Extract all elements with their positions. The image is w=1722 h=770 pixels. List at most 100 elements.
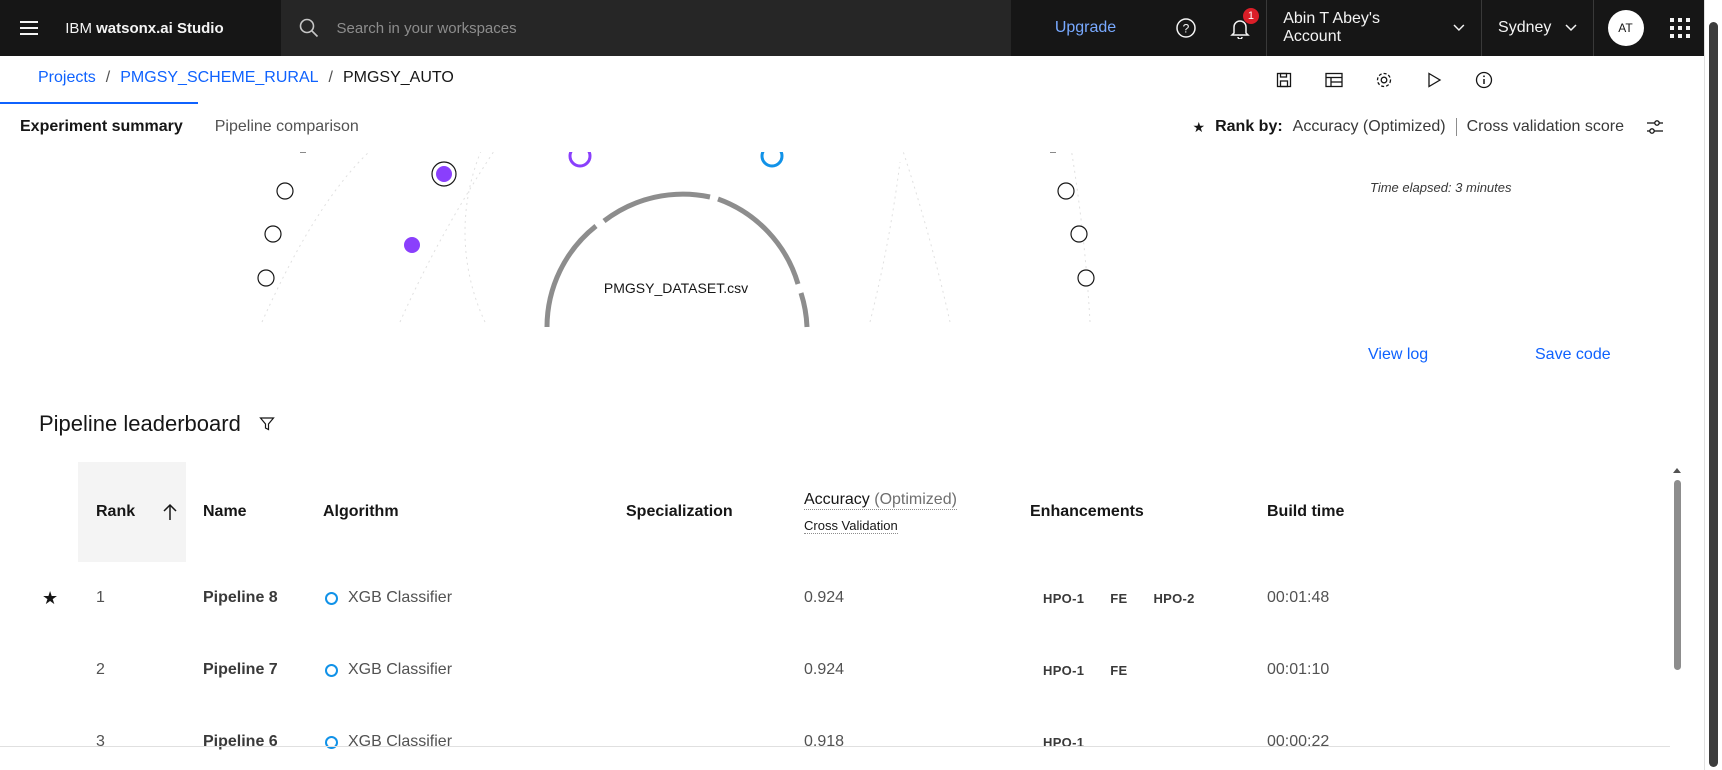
column-header-accuracy[interactable]: Accuracy (Optimized) Cross Validation [804, 462, 957, 562]
scroll-up-icon[interactable] [1672, 466, 1682, 474]
top-header: IBM watsonx.ai Studio Upgrade ? 1 Abin T… [0, 0, 1704, 56]
help-icon: ? [1176, 18, 1196, 38]
accuracy-cell: 0.918 [804, 733, 845, 750]
dataset-arc-segment[interactable] [602, 191, 711, 223]
column-header-enhancements[interactable]: Enhancements [1030, 462, 1144, 562]
column-header-rank[interactable]: Rank [78, 462, 186, 562]
experiment-tabs: Experiment summary Pipeline comparison [20, 118, 359, 136]
pipeline-node[interactable] [257, 269, 275, 287]
menu-button[interactable] [0, 0, 57, 56]
column-header-algorithm[interactable]: Algorithm [323, 462, 399, 562]
table-icon [1325, 72, 1343, 88]
accuracy-cell: 0.924 [804, 589, 845, 606]
account-switcher[interactable]: Abin T Abey's Account [1266, 0, 1481, 56]
play-icon [1428, 72, 1442, 88]
pipeline-node-fill [436, 166, 452, 182]
chevron-down-icon [1565, 24, 1577, 32]
region-label: Sydney [1498, 19, 1552, 36]
leaderboard-scrollbar[interactable] [1672, 466, 1682, 676]
filter-icon[interactable] [259, 416, 275, 432]
column-header-name[interactable]: Name [203, 462, 247, 562]
leaderboard-heading: Pipeline leaderboard [39, 411, 241, 436]
rank-by-control[interactable]: ★ Rank by: Accuracy (Optimized) Cross va… [1193, 118, 1664, 136]
view-log-link[interactable]: View log [1368, 346, 1428, 364]
help-button[interactable]: ? [1160, 0, 1213, 56]
user-menu[interactable]: AT [1593, 0, 1656, 56]
pipeline-node[interactable] [760, 152, 784, 168]
settings-button[interactable] [1370, 66, 1398, 94]
divider [1455, 118, 1457, 136]
gear-icon [1376, 72, 1392, 88]
brand-prefix: IBM [65, 19, 92, 37]
pipeline-node[interactable] [276, 182, 294, 200]
hamburger-icon [19, 21, 38, 35]
tab-experiment-summary[interactable]: Experiment summary [20, 118, 183, 136]
build-time-cell: 00:01:10 [1267, 661, 1330, 678]
enhancement-tag: HPO-2 [1153, 590, 1195, 606]
rank-cell: 2 [96, 661, 105, 678]
app-switcher-button[interactable] [1657, 0, 1704, 56]
dataset-label: PMGSY_DATASET.csv [604, 280, 748, 296]
leaderboard-scroll-thumb[interactable] [1674, 480, 1681, 670]
pipeline-node[interactable] [568, 152, 592, 168]
table-header: Rank Name Algorithm Specialization Accur… [30, 462, 1670, 562]
enhancement-tag: HPO-1 [1043, 590, 1085, 606]
pipeline-node[interactable] [264, 225, 282, 243]
arrow-up-icon [163, 503, 177, 520]
dataset-arc-segment[interactable] [717, 196, 801, 285]
product-brand[interactable]: IBM watsonx.ai Studio [57, 0, 280, 56]
table-divider [0, 746, 1670, 747]
enhancements-cell: HPO-1 [1043, 706, 1110, 770]
save-code-link[interactable]: Save code [1535, 346, 1611, 364]
pipeline-name[interactable]: Pipeline 8 [203, 562, 278, 634]
algorithm-cell: XGB Classifier [325, 562, 452, 634]
breadcrumb-project[interactable]: PMGSY_SCHEME_RURAL [120, 69, 318, 87]
upgrade-link[interactable]: Upgrade [1011, 0, 1159, 56]
save-icon [1276, 72, 1292, 88]
rank-cell: 3 [96, 733, 105, 750]
save-button[interactable] [1270, 66, 1298, 94]
dataset-arc-segment[interactable] [544, 224, 598, 328]
table-row[interactable]: 2 Pipeline 7 XGB Classifier 0.924 HPO-1 … [30, 634, 1670, 706]
global-search[interactable] [280, 0, 1012, 56]
breadcrumb-indicator [0, 102, 198, 104]
notifications-button[interactable]: 1 [1213, 0, 1266, 56]
column-header-build-time[interactable]: Build time [1267, 462, 1344, 562]
chevron-down-icon [1453, 24, 1465, 32]
tab-pipeline-comparison[interactable]: Pipeline comparison [215, 118, 359, 136]
table-row[interactable]: 3 Pipeline 6 XGB Classifier 0.918 HPO-1 … [30, 706, 1670, 770]
pipeline-node[interactable] [404, 237, 420, 253]
page-scrollbar[interactable] [1704, 0, 1722, 770]
info-button[interactable] [1470, 66, 1498, 94]
pipeline-node[interactable] [1077, 269, 1095, 287]
accuracy-cell: 0.924 [804, 661, 845, 678]
pipeline-name[interactable]: Pipeline 7 [203, 634, 278, 706]
breadcrumb-projects[interactable]: Projects [38, 69, 96, 87]
breadcrumb: Projects / PMGSY_SCHEME_RURAL / PMGSY_AU… [38, 69, 454, 87]
page-scroll-thumb[interactable] [1709, 22, 1718, 767]
avatar: AT [1607, 10, 1644, 46]
run-button[interactable] [1420, 66, 1448, 94]
account-label: Abin T Abey's Account [1283, 10, 1380, 45]
enhancement-tag: HPO-1 [1043, 662, 1085, 678]
time-elapsed: Time elapsed: 3 minutes [1370, 180, 1512, 195]
search-input[interactable] [336, 19, 937, 37]
brand-name: watsonx.ai Studio [96, 19, 224, 37]
leaderboard-title: Pipeline leaderboard [39, 411, 275, 437]
settings-adjust-icon[interactable] [1646, 119, 1664, 135]
breadcrumb-current: PMGSY_AUTO [342, 69, 454, 86]
algorithm-cell: XGB Classifier [325, 634, 452, 706]
star-icon: ★ [42, 587, 59, 608]
data-table-button[interactable] [1320, 66, 1348, 94]
pipeline-node[interactable] [1070, 225, 1088, 243]
pipeline-node[interactable] [1057, 182, 1075, 200]
pipeline-name[interactable]: Pipeline 6 [203, 706, 278, 770]
notification-badge: 1 [1242, 8, 1259, 24]
column-header-specialization[interactable]: Specialization [626, 462, 733, 562]
rank-cell: 1 [96, 589, 105, 606]
breadcrumb-separator: / [105, 69, 111, 86]
star-icon: ★ [1192, 118, 1206, 135]
region-switcher[interactable]: Sydney [1481, 0, 1593, 56]
table-row[interactable]: ★ 1 Pipeline 8 XGB Classifier 0.924 HPO-… [30, 562, 1670, 634]
dataset-arc-segment[interactable] [798, 292, 810, 328]
